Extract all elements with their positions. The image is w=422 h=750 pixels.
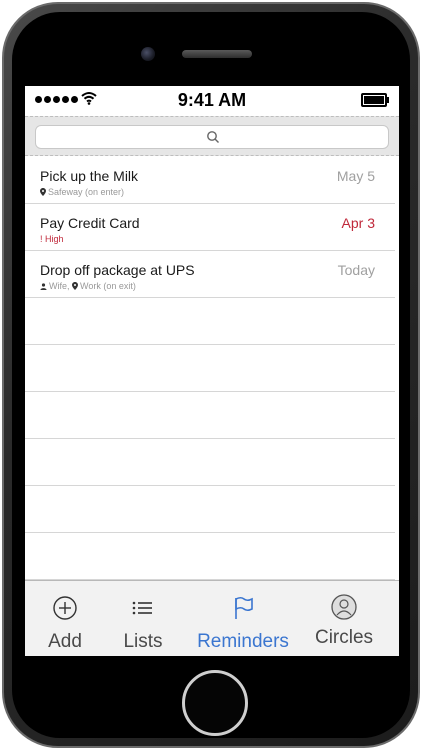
tab-lists[interactable]: Lists xyxy=(103,581,183,656)
tab-label: Add xyxy=(48,631,82,652)
empty-row xyxy=(25,439,395,486)
reminder-date: Today xyxy=(337,262,375,278)
reminder-list: Pick up the Milk Safeway (on enter) May … xyxy=(25,157,399,580)
speaker-grille xyxy=(182,50,252,58)
reminder-priority: ! High xyxy=(40,234,64,244)
battery-tip xyxy=(387,97,389,103)
status-time: 9:41 AM xyxy=(177,90,247,110)
reminder-row[interactable]: Pick up the Milk Safeway (on enter) May … xyxy=(25,157,395,204)
tab-label: Reminders xyxy=(197,631,289,652)
reminder-meta: Wife, Work (on exit) xyxy=(40,281,136,291)
tab-add[interactable]: Add xyxy=(25,581,105,656)
empty-row xyxy=(25,486,395,533)
plus-circle-icon xyxy=(53,596,77,620)
empty-row xyxy=(25,345,395,392)
location-pin-icon xyxy=(40,188,46,196)
empty-row xyxy=(25,298,395,345)
reminder-row[interactable]: Drop off package at UPS Wife, Work (on e… xyxy=(25,251,395,298)
tab-label: Circles xyxy=(314,627,374,648)
screen: 9:41 AM Pick up the Milk Safeway (on ent… xyxy=(25,86,399,656)
reminder-person: Wife, xyxy=(49,281,70,291)
tab-circles[interactable]: Circles xyxy=(303,581,385,656)
empty-row xyxy=(25,392,395,439)
empty-row xyxy=(25,533,395,580)
tab-label: Lists xyxy=(123,631,163,652)
search-icon xyxy=(207,131,219,143)
flag-icon xyxy=(235,596,253,619)
tab-bar: Add Lists Reminders Circles xyxy=(25,580,399,656)
reminder-date: Apr 3 xyxy=(341,215,375,231)
reminder-row[interactable]: Pay Credit Card ! High Apr 3 xyxy=(25,204,395,251)
status-bar: 9:41 AM xyxy=(25,86,399,116)
list-icon xyxy=(132,601,152,615)
reminder-title: Pay Credit Card xyxy=(40,215,140,231)
battery-icon xyxy=(361,93,387,107)
person-icon xyxy=(40,283,47,290)
location-pin-icon xyxy=(72,282,79,290)
camera-icon xyxy=(141,47,155,61)
person-circle-icon xyxy=(331,594,357,620)
search-bar xyxy=(25,116,399,156)
search-input[interactable] xyxy=(35,125,389,149)
home-button[interactable] xyxy=(182,670,248,736)
reminder-meta: Safeway (on enter) xyxy=(40,187,124,197)
reminder-meta: ! High xyxy=(40,234,64,244)
tab-reminders[interactable]: Reminders xyxy=(197,581,289,656)
reminder-location: Work (on exit) xyxy=(80,281,136,291)
reminder-title: Pick up the Milk xyxy=(40,168,139,184)
reminder-location: Safeway (on enter) xyxy=(48,187,125,197)
reminder-date: May 5 xyxy=(336,168,375,184)
reminder-title: Drop off package at UPS xyxy=(40,262,195,278)
